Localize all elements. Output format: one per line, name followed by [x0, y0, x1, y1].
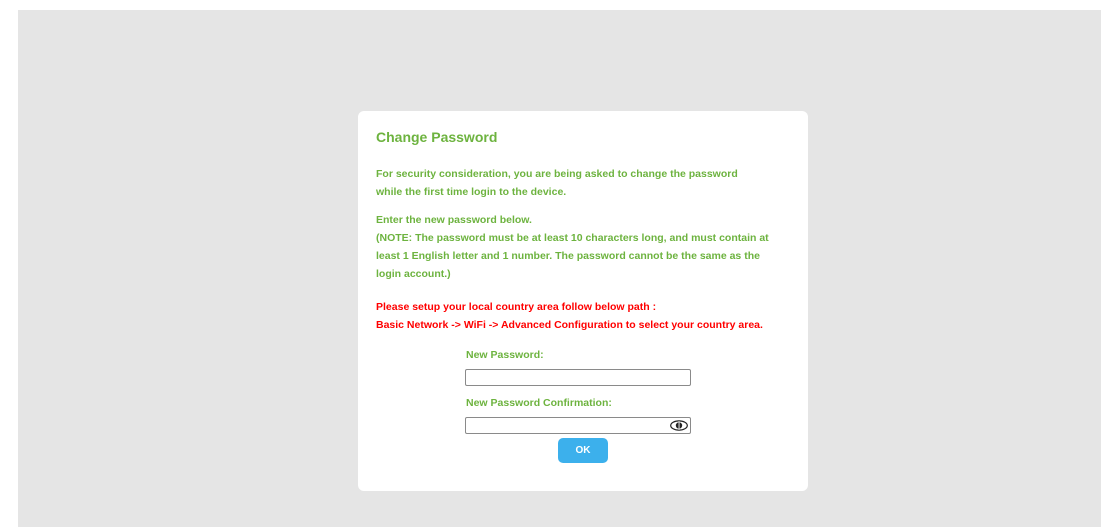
note-line: Enter the new password below. [376, 214, 532, 226]
note-line: login account.) [376, 268, 451, 280]
eye-icon[interactable] [670, 420, 688, 431]
note-line: (NOTE: The password must be at least 10 … [376, 232, 769, 244]
confirm-password-input[interactable] [466, 420, 690, 436]
intro-line: while the first time login to the device… [376, 186, 567, 198]
confirm-password-field-wrap [465, 417, 691, 436]
new-password-label: New Password: [466, 349, 544, 361]
password-note: Enter the new password below. (NOTE: The… [376, 211, 769, 283]
confirm-password-label: New Password Confirmation: [466, 397, 612, 409]
dialog-title: Change Password [376, 129, 498, 145]
security-intro: For security consideration, you are bein… [376, 165, 738, 201]
page-backdrop: Change Password For security considerati… [18, 10, 1101, 527]
new-password-input[interactable] [466, 372, 690, 388]
note-line: least 1 English letter and 1 number. The… [376, 250, 760, 262]
ok-button[interactable]: OK [558, 438, 608, 463]
change-password-dialog: Change Password For security considerati… [358, 111, 808, 491]
warning-line: Please setup your local country area fol… [376, 301, 657, 313]
intro-line: For security consideration, you are bein… [376, 168, 738, 180]
country-warning: Please setup your local country area fol… [376, 298, 763, 334]
new-password-field-wrap [465, 369, 691, 388]
warning-line: Basic Network -> WiFi -> Advanced Config… [376, 319, 763, 331]
